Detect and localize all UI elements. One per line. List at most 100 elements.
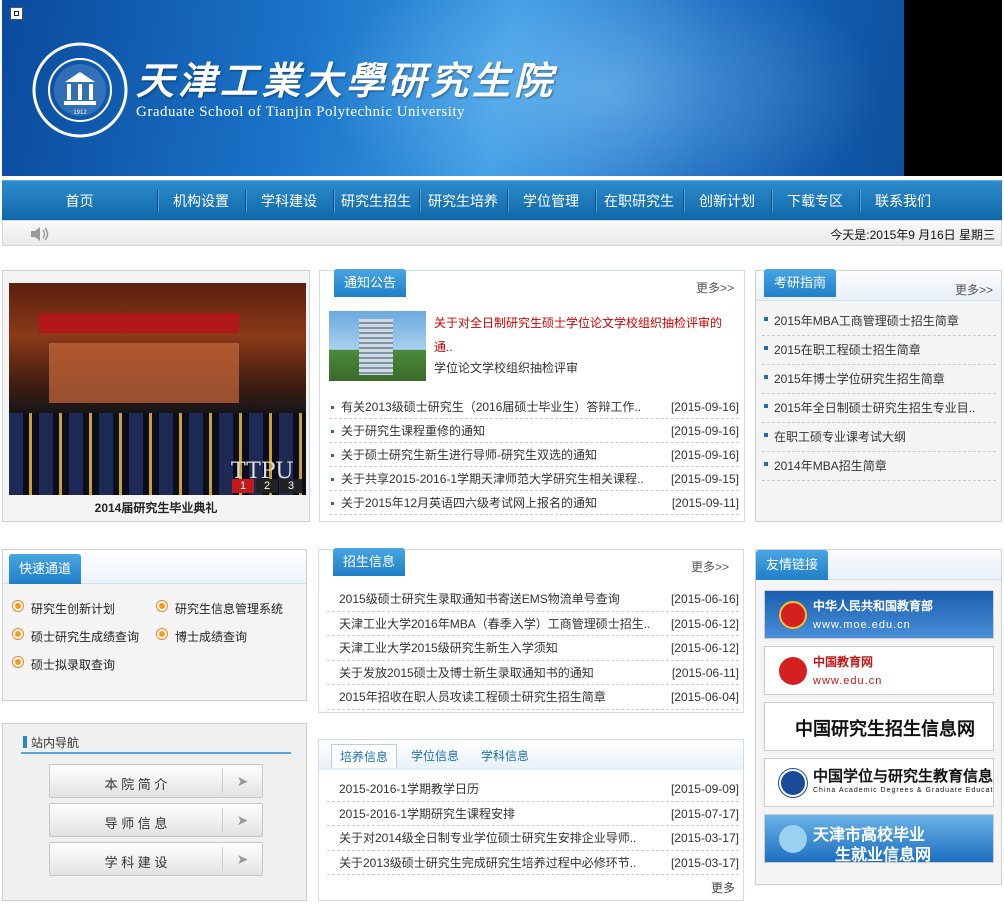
guide-more-link[interactable]: 更多>> (955, 281, 993, 298)
slideshow-caption[interactable]: 2014届研究生毕业典礼 (3, 499, 309, 516)
guide-item[interactable]: 2015在职工程硕士招生简章 (762, 336, 996, 365)
item-date: [2015-09-11] (665, 491, 739, 514)
quick-link-4[interactable]: 硕士拟录取查询 (13, 656, 115, 673)
item-title[interactable]: 2015级硕士研究生录取通知书寄送EMS物流单号查询 (339, 592, 620, 606)
item-date: [2015-03-17] (664, 826, 739, 850)
item-date: [2015-06-12] (664, 611, 739, 636)
link-emblem-icon (779, 825, 807, 853)
guide-item[interactable]: 在职工硕专业课考试大纲 (762, 423, 996, 452)
speaker-icon[interactable] (29, 226, 51, 242)
quick-link-label: 硕士拟录取查询 (31, 658, 116, 672)
list-item[interactable]: 天津工业大学2016年MBA（春季入学）工商管理硕士招生.. [2015-06-1… (327, 611, 739, 636)
training-tab-2[interactable]: 学科信息 (473, 744, 537, 768)
nav-item-3[interactable]: 研究生招生 (333, 181, 419, 221)
list-item[interactable]: 有关2013级硕士研究生（2016届硕士毕业生）答辩工作.. [2015-09-1… (329, 395, 739, 419)
item-title[interactable]: 有关2013级硕士研究生（2016届硕士毕业生）答辩工作.. (341, 400, 641, 414)
list-item[interactable]: 2015-2016-1学期教学日历 [2015-09-09] (327, 777, 739, 802)
nav-item-0[interactable]: 首页 (2, 181, 157, 221)
nav-item-8[interactable]: 下载专区 (771, 181, 859, 221)
guide-panel: 考研指南 更多>> 2015年MBA工商管理硕士招生简章 2015在职工程硕士招生… (755, 269, 1002, 522)
item-title[interactable]: 2015年招收在职人员攻读工程硕士研究生招生简章 (339, 690, 606, 704)
admission-list: 2015级硕士研究生录取通知书寄送EMS物流单号查询 [2015-06-16] 天津… (327, 587, 739, 710)
arrow-right-icon: ➤ (222, 847, 262, 871)
item-title[interactable]: 关于对2014级全日制专业学位硕士研究生安排企业导师.. (339, 831, 636, 845)
guide-item[interactable]: 2014年MBA招生简章 (762, 452, 996, 481)
item-title[interactable]: 关于2013级硕士研究生完成研究生培养过程中必修环节.. (339, 856, 636, 870)
notice-more-link[interactable]: 更多>> (696, 279, 734, 296)
bullet-icon (157, 629, 167, 639)
item-title[interactable]: 关于研究生课程重修的通知 (341, 424, 485, 438)
item-title[interactable]: 关于共享2015-2016-1学期天津师范大学研究生相关课程.. (341, 472, 644, 486)
pager-1[interactable]: 1 (232, 479, 254, 493)
nav-item-2[interactable]: 学科建设 (245, 181, 333, 221)
nav-item-6[interactable]: 在职研究生 (595, 181, 683, 221)
item-date: [2015-06-16] (664, 587, 739, 611)
quick-link-1[interactable]: 研究生信息管理系统 (157, 600, 283, 617)
item-title[interactable]: 2015-2016-1学期研究生课程安排 (339, 807, 515, 821)
quick-link-2[interactable]: 硕士研究生成绩查询 (13, 628, 139, 645)
friend-link-1[interactable]: 中国教育网 www.edu.cn (764, 646, 994, 695)
list-item[interactable]: 关于硕士研究生新生进行导师-研究生双选的通知 [2015-09-16] (329, 443, 739, 467)
sitenav-button-0[interactable]: 本 院 简 介 ➤ (49, 764, 263, 798)
item-title[interactable]: 关于发放2015硕士及博士新生录取通知书的通知 (339, 666, 594, 680)
pager-3[interactable]: 3 (280, 479, 302, 493)
guide-item[interactable]: 2015年全日制硕士研究生招生专业目.. (762, 394, 996, 423)
nav-item-5[interactable]: 学位管理 (507, 181, 595, 221)
item-title[interactable]: 天津工业大学2015级研究生新生入学须知 (339, 641, 558, 655)
sitenav-button-2[interactable]: 学 科 建 设 ➤ (49, 842, 263, 876)
thumb-building (359, 319, 393, 375)
links-title: 友情链接 (756, 550, 829, 580)
list-item[interactable]: 关于研究生课程重修的通知 [2015-09-16] (329, 419, 739, 443)
training-more-link[interactable]: 更多 (711, 879, 735, 896)
quick-link-3[interactable]: 博士成绩查询 (157, 628, 247, 645)
quick-link-label: 研究生创新计划 (31, 602, 116, 616)
link-title: 中国教育网 (813, 655, 874, 669)
notice-list: 有关2013级硕士研究生（2016届硕士毕业生）答辩工作.. [2015-09-1… (329, 395, 739, 515)
admission-more-link[interactable]: 更多>> (691, 558, 729, 575)
list-item[interactable]: 2015-2016-1学期研究生课程安排 [2015-07-17] (327, 801, 739, 826)
item-date: [2015-09-16] (664, 395, 739, 418)
item-title[interactable]: 天津工业大学2016年MBA（春季入学）工商管理硕士招生.. (339, 617, 650, 631)
item-date: [2015-09-16] (664, 443, 739, 466)
notice-headline[interactable]: 关于对全日制研究生硕士学位论文学校组织抽检评审的通.. (434, 311, 734, 359)
sitenav-button-label: 导 师 信 息 (104, 816, 168, 831)
slideshow-image[interactable]: TTPU 1 2 3 (9, 283, 306, 495)
nav-item-1[interactable]: 机构设置 (157, 181, 245, 221)
item-date: [2015-06-11] (665, 660, 739, 685)
training-tab-1[interactable]: 学位信息 (403, 744, 467, 768)
friend-link-2[interactable]: 中国研究生招生信息网 (764, 702, 994, 751)
nav-item-7[interactable]: 创新计划 (683, 181, 771, 221)
list-item[interactable]: 关于2015年12月英语四六级考试网上报名的通知 [2015-09-11] (329, 491, 739, 515)
notice-panel: 通知公告 更多>> 关于对全日制研究生硕士学位论文学校组织抽检评审的通.. 学位… (319, 269, 745, 522)
guide-item[interactable]: 2015年MBA工商管理硕士招生简章 (762, 307, 996, 336)
notice-title: 通知公告 (334, 269, 407, 297)
guide-title: 考研指南 (764, 269, 837, 297)
training-header: 培养信息 学位信息 学科信息 (319, 740, 743, 770)
pager-2[interactable]: 2 (256, 479, 278, 493)
item-title[interactable]: 关于硕士研究生新生进行导师-研究生双选的通知 (341, 448, 597, 462)
list-item[interactable]: 关于2013级硕士研究生完成研究生培养过程中必修环节.. [2015-03-17] (327, 850, 739, 875)
list-item[interactable]: 关于对2014级全日制专业学位硕士研究生安排企业导师.. [2015-03-17] (327, 826, 739, 851)
nav-item-4[interactable]: 研究生培养 (419, 181, 507, 221)
list-item[interactable]: 关于共享2015-2016-1学期天津师范大学研究生相关课程.. [2015-09… (329, 467, 739, 491)
sitenav-marker (23, 736, 27, 748)
quick-link-0[interactable]: 研究生创新计划 (13, 600, 115, 617)
friend-link-0[interactable]: 中华人民共和国教育部 www.moe.edu.cn (764, 590, 994, 639)
list-item[interactable]: 天津工业大学2015级研究生新生入学须知 [2015-06-12] (327, 636, 739, 661)
item-title[interactable]: 2015-2016-1学期教学日历 (339, 782, 479, 796)
guide-item[interactable]: 2015年博士学位研究生招生简章 (762, 365, 996, 394)
window-icon[interactable] (10, 7, 23, 20)
friend-link-3[interactable]: 中国学位与研究生教育信息网 China Academic Degrees & Gr… (764, 758, 994, 807)
list-item[interactable]: 2015级硕士研究生录取通知书寄送EMS物流单号查询 [2015-06-16] (327, 587, 739, 612)
training-tab-0[interactable]: 培养信息 (331, 744, 398, 768)
sitenav-button-1[interactable]: 导 师 信 息 ➤ (49, 803, 263, 837)
current-date: 今天是:2015年9 月16日 星期三 (830, 228, 995, 242)
header-banner: 1912 天津工業大學研究生院 Graduate School of Tianj… (2, 0, 1002, 176)
list-item[interactable]: 2015年招收在职人员攻读工程硕士研究生招生简章 [2015-06-04] (327, 685, 739, 710)
friend-link-4[interactable]: 天津市高校毕业 生就业信息网 (764, 814, 994, 863)
site-title-cn: 天津工業大學研究生院 (136, 58, 557, 103)
notice-thumbnail[interactable] (329, 311, 426, 381)
list-item[interactable]: 关于发放2015硕士及博士新生录取通知书的通知 [2015-06-11] (327, 660, 739, 685)
nav-item-9[interactable]: 联系我们 (859, 181, 947, 221)
item-title[interactable]: 关于2015年12月英语四六级考试网上报名的通知 (341, 496, 597, 510)
